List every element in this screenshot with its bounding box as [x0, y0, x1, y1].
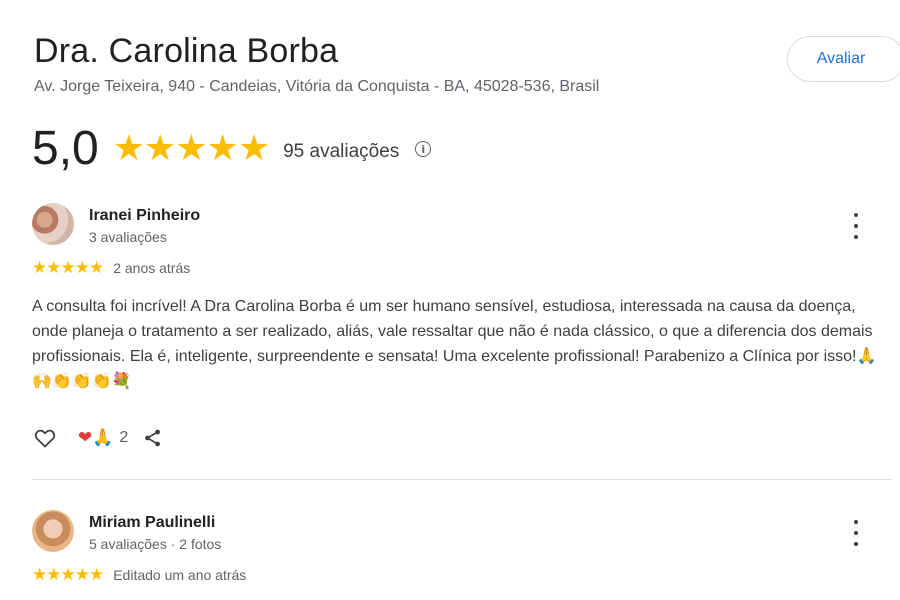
reviewer-name[interactable]: Miriam Paulinelli [89, 514, 215, 532]
reviewer-meta: 3 avaliações [89, 229, 167, 245]
average-stars: ★★★★★ [112, 127, 270, 168]
heart-reaction-icon: ❤ [78, 428, 93, 448]
info-icon[interactable]: i [415, 141, 432, 157]
review-date: 2 anos atrás [113, 259, 191, 276]
more-vert-icon[interactable] [848, 520, 864, 546]
reviewer-name[interactable]: Iranei Pinheiro [89, 207, 200, 225]
review-rating: ★★★★★ 2 anos atrás [32, 259, 190, 276]
place-title: Dra. Carolina Borba [34, 32, 339, 70]
avatar[interactable] [32, 510, 74, 552]
reaction-emojis[interactable]: ❤🙏 [78, 428, 113, 448]
rating-summary: 5,0 ★★★★★ 95 avaliações i [32, 118, 432, 178]
reaction-count: 2 [119, 429, 129, 446]
review-text: A consulta foi incrível! A Dra Carolina … [32, 298, 877, 390]
review-actions: ❤🙏 2 [32, 425, 164, 451]
heart-outline-icon[interactable] [32, 426, 58, 450]
review-count-link[interactable]: 95 avaliações [283, 133, 399, 163]
review-stars: ★★★★★ [32, 258, 104, 277]
review-divider [32, 479, 892, 480]
avatar[interactable] [32, 203, 74, 245]
review-date: Editado um ano atrás [113, 566, 247, 583]
average-score: 5,0 [32, 121, 99, 175]
review-rating: ★★★★★ Editado um ano atrás [32, 566, 246, 583]
reviewer-meta: 5 avaliações · 2 fotos [89, 536, 222, 552]
share-icon[interactable] [142, 427, 164, 449]
pray-reaction-icon: 🙏 [92, 428, 114, 448]
rate-button[interactable]: Avaliar [787, 36, 900, 82]
more-vert-icon[interactable] [848, 213, 864, 239]
place-address: Av. Jorge Teixeira, 940 - Candeias, Vitó… [34, 78, 600, 95]
review-stars: ★★★★★ [32, 565, 104, 584]
